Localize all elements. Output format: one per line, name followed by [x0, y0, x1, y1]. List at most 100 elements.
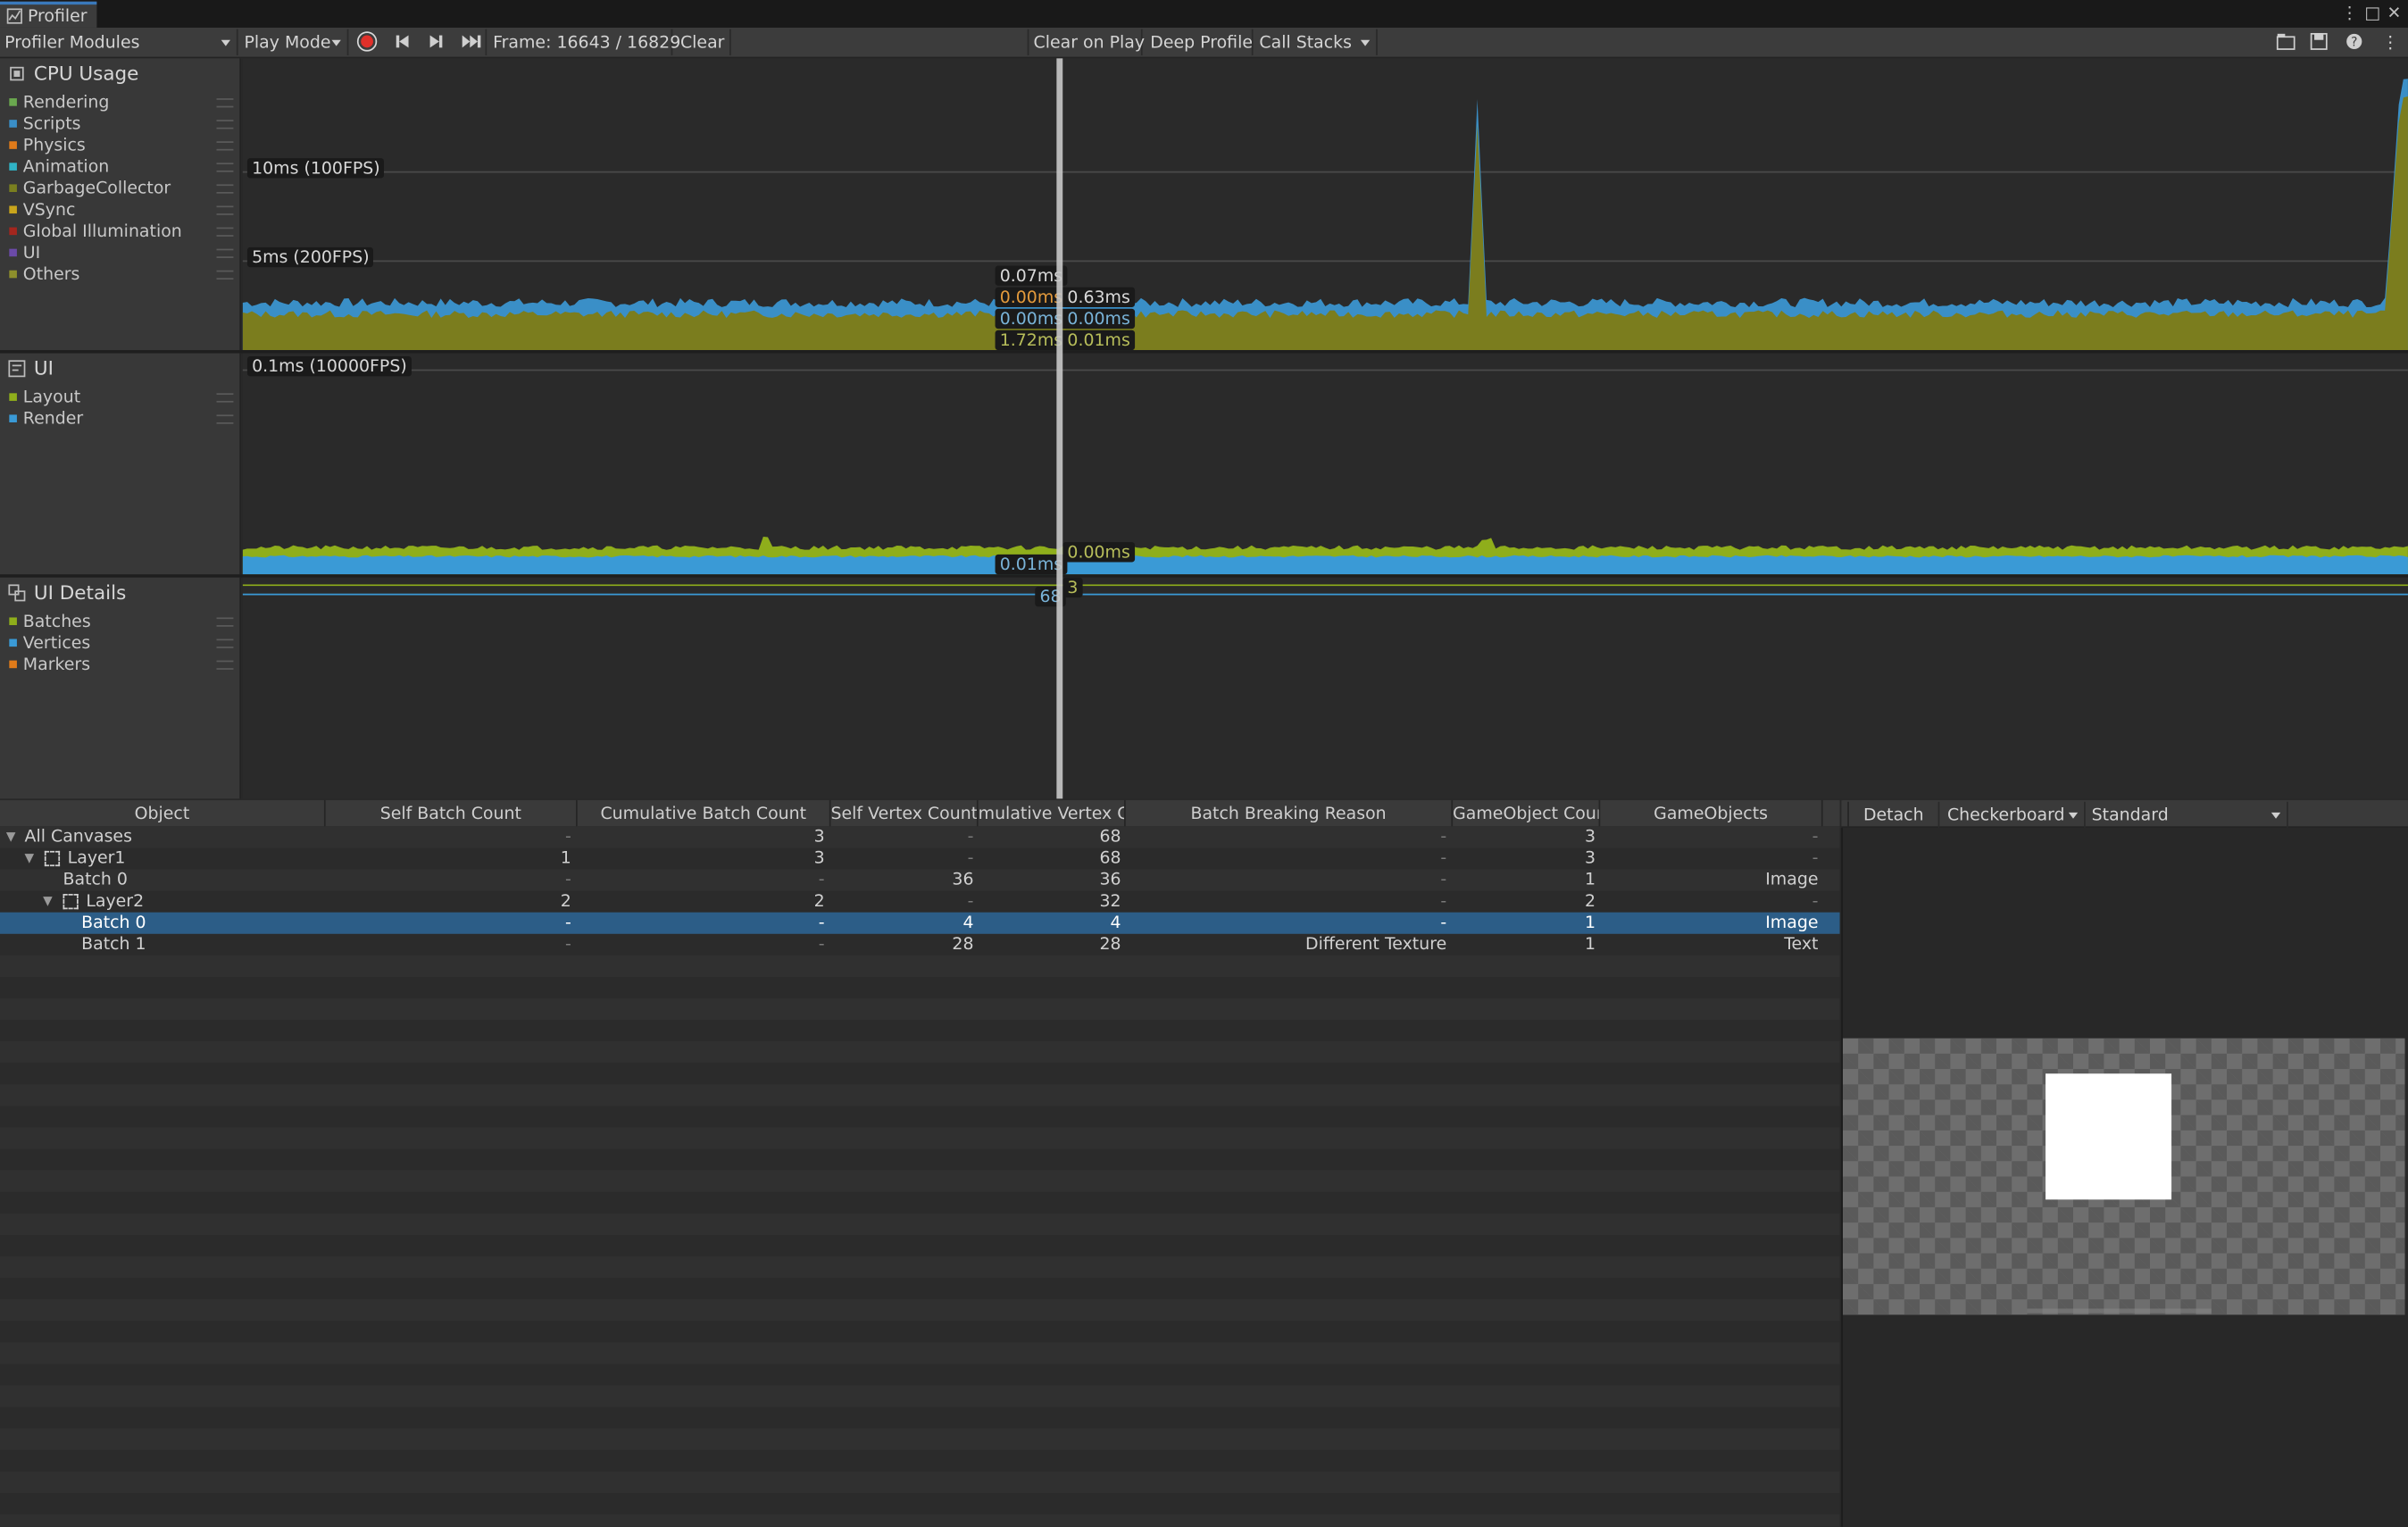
frame-cursor[interactable]: [1056, 58, 1063, 799]
cell-self-vert: -: [967, 847, 974, 868]
ui-guide-label: 0.1ms (10000FPS): [246, 356, 412, 377]
batch-tree-table[interactable]: ▼ All Canvases -3-68-3- ▼ Layer1 1 3-68-3- Batc…: [0, 826, 1840, 1527]
legend-drag-handle[interactable]: [216, 617, 234, 627]
load-icon: [2276, 33, 2296, 50]
legend-swatch: [9, 119, 17, 127]
preview-scrollbar[interactable]: [2027, 1308, 2212, 1314]
render-mode-dropdown[interactable]: Standard: [2087, 801, 2288, 829]
current-frame-button[interactable]: [456, 29, 487, 55]
call-stacks-dropdown[interactable]: Call Stacks: [1254, 29, 1378, 55]
more-options-icon[interactable]: ⋮: [2340, 3, 2359, 24]
record-button[interactable]: [352, 29, 382, 55]
legend-item-scripts[interactable]: Scripts: [9, 113, 81, 134]
legend-item-markers[interactable]: Markers: [9, 653, 90, 674]
ui-details-graph[interactable]: [242, 577, 2408, 799]
table-row[interactable]: Batch 0 - - 4 4 - 1 Image: [0, 912, 1840, 934]
legend-item-rendering[interactable]: Rendering: [9, 90, 109, 112]
cpu-guide-label-5ms: 5ms (200FPS): [246, 246, 374, 268]
legend-drag-handle[interactable]: [216, 184, 234, 194]
maximize-icon[interactable]: □: [2363, 3, 2382, 24]
legend-item-batches[interactable]: Batches: [9, 610, 91, 631]
legend-drag-handle[interactable]: [216, 98, 234, 108]
preview-image: [2046, 1073, 2172, 1200]
cell-cum-batch: -: [818, 912, 825, 933]
cell-self-batch: 1: [560, 847, 571, 868]
legend-item-vsync[interactable]: VSync: [9, 198, 75, 220]
legend-item-physics[interactable]: Physics: [9, 134, 86, 155]
profiler-tab[interactable]: Profiler: [0, 1, 96, 28]
ui-icon: [8, 359, 26, 377]
help-button[interactable]: ?: [2340, 29, 2368, 55]
previous-frame-button[interactable]: [388, 29, 416, 55]
close-icon[interactable]: ✕: [2385, 3, 2404, 24]
legend-drag-handle[interactable]: [216, 270, 234, 280]
profiler-modules-dropdown[interactable]: Profiler Modules: [0, 29, 238, 55]
column-header-self-batch-count[interactable]: Self Batch Count: [326, 800, 578, 827]
cell-go-count: 1: [1585, 912, 1596, 933]
legend-item-vertices[interactable]: Vertices: [9, 631, 90, 653]
cpu-usage-graph[interactable]: [242, 58, 2408, 351]
play-mode-dropdown[interactable]: Play Mode: [239, 29, 349, 55]
legend-item-render[interactable]: Render: [9, 407, 83, 429]
legend-item-animation[interactable]: Animation: [9, 155, 109, 177]
legend-drag-handle[interactable]: [216, 248, 234, 258]
legend-drag-handle[interactable]: [216, 205, 234, 215]
legend-label: Render: [22, 407, 84, 429]
detach-button[interactable]: Detach: [1847, 801, 1940, 829]
toolbar-menu-icon[interactable]: ⋮: [2378, 29, 2399, 55]
cell-self-vert: 28: [952, 933, 974, 955]
table-row[interactable]: ▼ Layer2 2 2 - 32 - 2 -: [0, 891, 1840, 913]
background-dropdown[interactable]: Checkerboard: [1943, 801, 2086, 829]
clear-button[interactable]: Clear: [676, 29, 731, 55]
table-row[interactable]: Batch 1 - - 28 28 Different Texture 1 Text: [0, 934, 1840, 955]
legend-item-layout[interactable]: Layout: [9, 386, 80, 407]
cell-go-count: 3: [1585, 826, 1596, 847]
expand-toggle-icon[interactable]: ▼: [6, 826, 16, 847]
legend-swatch: [9, 638, 17, 647]
legend-drag-handle[interactable]: [216, 393, 234, 403]
legend-item-garbagecollector[interactable]: GarbageCollector: [9, 177, 171, 198]
canvas-icon: [62, 894, 79, 910]
column-header-batch-breaking-reason[interactable]: Batch Breaking Reason: [1126, 800, 1454, 827]
legend-item-others[interactable]: Others: [9, 263, 79, 284]
legend-drag-handle[interactable]: [216, 638, 234, 648]
legend-drag-handle[interactable]: [216, 163, 234, 172]
column-header-cumulative-batch-count[interactable]: Cumulative Batch Count: [578, 800, 831, 827]
load-button[interactable]: [2271, 29, 2299, 55]
cell-reason: -: [1440, 912, 1447, 933]
column-header-gameobjects[interactable]: GameObjects: [1600, 800, 1823, 827]
column-header-cumulative-vertex-count[interactable]: mulative Vertex Cc: [979, 800, 1126, 827]
ui-module-title: UI: [8, 356, 54, 380]
table-row[interactable]: ▼ Layer1 1 3 - 68 - 3 -: [0, 847, 1840, 869]
legend-drag-handle[interactable]: [216, 414, 234, 424]
legend-item-ui[interactable]: UI: [9, 241, 40, 263]
ui-graph[interactable]: [242, 353, 2408, 575]
deep-profile-toggle[interactable]: Deep Profile: [1146, 29, 1254, 55]
cell-go-count: 1: [1585, 869, 1596, 889]
column-header-object[interactable]: Object: [0, 800, 326, 827]
window-title-bar: [0, 0, 2408, 28]
legend-item-global-illumination[interactable]: Global Illumination: [9, 220, 182, 241]
row-object-name: Batch 0: [62, 869, 128, 889]
cell-gos: Image: [1765, 912, 1819, 933]
legend-drag-handle[interactable]: [216, 660, 234, 670]
save-button[interactable]: [2305, 29, 2333, 55]
legend-drag-handle[interactable]: [216, 227, 234, 237]
table-row[interactable]: Batch 0 - - 36 36 - 1 Image: [0, 870, 1840, 891]
expand-toggle-icon[interactable]: ▼: [25, 847, 35, 869]
column-header-gameobject-count[interactable]: GameObject Coun: [1453, 800, 1601, 827]
expand-toggle-icon[interactable]: ▼: [43, 891, 53, 913]
legend-label: Physics: [22, 134, 86, 154]
legend-label: GarbageCollector: [22, 177, 171, 198]
row-object-name: All Canvases: [24, 826, 132, 847]
table-row[interactable]: ▼ All Canvases - 3 - 68 - 3 -: [0, 826, 1840, 847]
legend-drag-handle[interactable]: [216, 141, 234, 151]
clear-on-play-toggle[interactable]: Clear on Play: [1027, 29, 1145, 55]
cpu-scripts-area: [242, 79, 2408, 351]
legend-drag-handle[interactable]: [216, 120, 234, 129]
ui-cursor-value: 0.00ms: [1062, 542, 1135, 563]
legend-label: Vertices: [22, 631, 91, 653]
next-frame-button[interactable]: [422, 29, 450, 55]
column-header-self-vertex-count[interactable]: Self Vertex Count: [831, 800, 979, 827]
legend-swatch: [9, 659, 17, 668]
